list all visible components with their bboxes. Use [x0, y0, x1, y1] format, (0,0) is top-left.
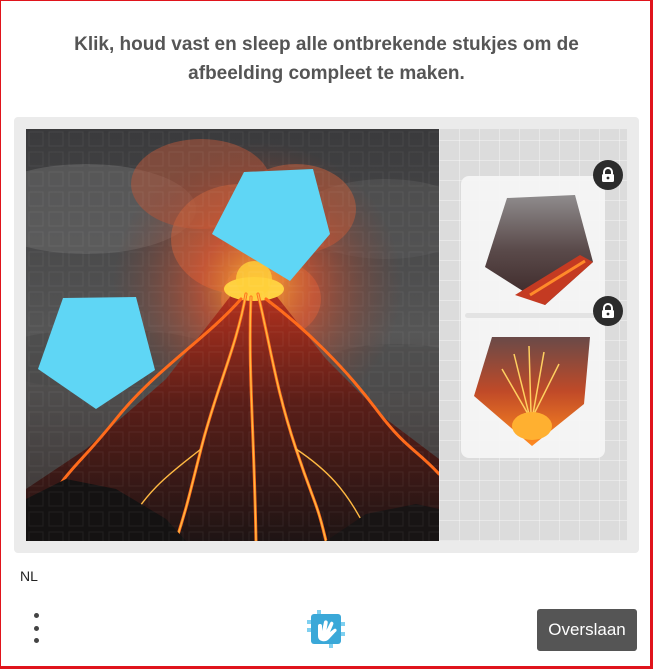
vertical-dots-icon: [33, 613, 39, 618]
puzzle-image: [26, 129, 439, 541]
puzzle-piece-2[interactable]: [474, 334, 594, 447]
skip-button[interactable]: Overslaan: [537, 609, 637, 651]
language-label[interactable]: NL: [20, 568, 38, 584]
piece-tray: [439, 129, 627, 541]
tray-divider: [465, 313, 601, 318]
lock-icon: [593, 160, 623, 190]
lock-icon: [593, 296, 623, 326]
puzzle-piece-1[interactable]: [475, 195, 595, 307]
more-options-button[interactable]: [26, 611, 46, 645]
hand-logo-icon: [305, 610, 347, 648]
instruction-text: Klik, houd vast en sleep alle ontbrekend…: [74, 34, 579, 84]
puzzle-stage: [14, 117, 639, 553]
